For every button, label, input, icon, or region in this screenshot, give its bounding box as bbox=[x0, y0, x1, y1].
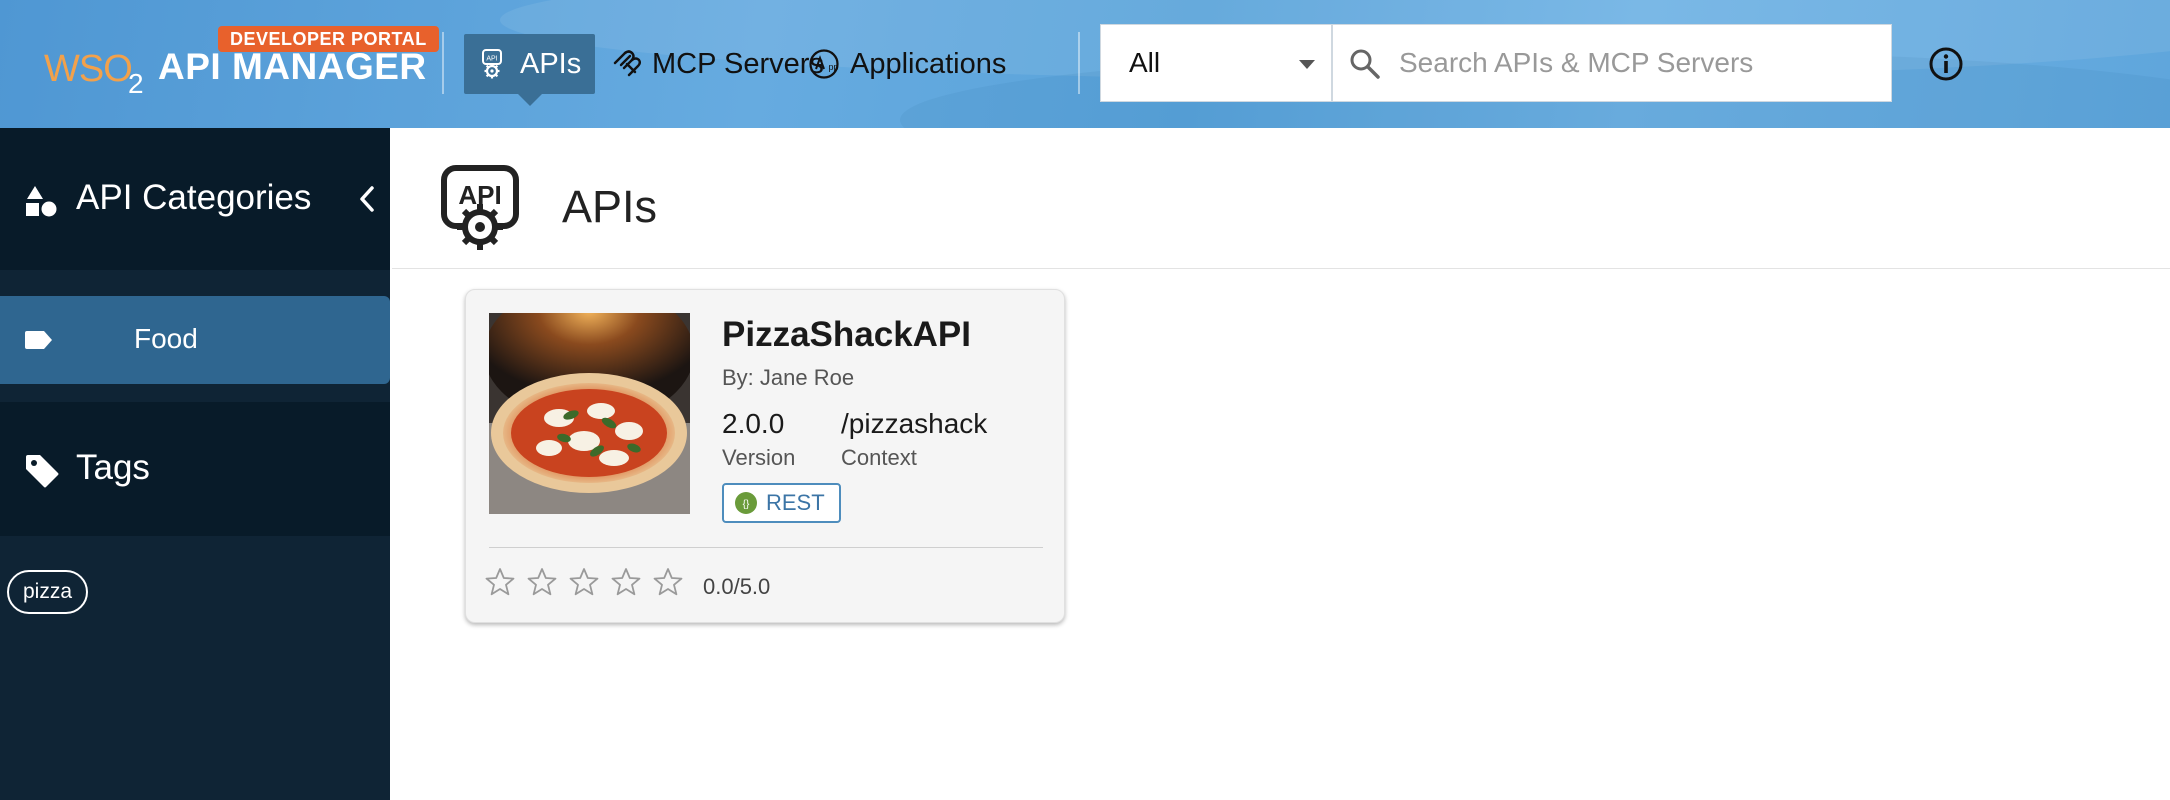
api-context-label: Context bbox=[841, 445, 917, 470]
top-header: DEVELOPER PORTAL WSO 2 API MANAGER API A… bbox=[0, 0, 2170, 128]
pizza-image bbox=[489, 313, 690, 514]
label-icon bbox=[25, 331, 52, 349]
star-rating[interactable] bbox=[484, 566, 684, 598]
categories-icon bbox=[26, 186, 57, 217]
info-icon[interactable] bbox=[1928, 46, 1964, 82]
header-divider bbox=[442, 32, 444, 94]
search-filter-select[interactable]: All bbox=[1100, 24, 1332, 102]
api-categories-header: API Categories bbox=[0, 128, 390, 270]
nav-applications[interactable]: pp Applications bbox=[794, 34, 1020, 94]
chevron-left-icon[interactable] bbox=[356, 184, 378, 214]
star-icon[interactable] bbox=[484, 566, 516, 598]
star-icon[interactable] bbox=[568, 566, 600, 598]
search-icon bbox=[1350, 49, 1380, 79]
logo-two-text: 2 bbox=[128, 68, 144, 99]
chevron-down-icon bbox=[1299, 60, 1315, 69]
nav-apis-label: APIs bbox=[520, 47, 582, 80]
search-filter-value: All bbox=[1129, 47, 1161, 78]
tag-chip-pizza[interactable]: pizza bbox=[7, 570, 89, 614]
star-icon[interactable] bbox=[526, 566, 558, 598]
tags-header: Tags bbox=[0, 402, 390, 536]
svg-text:API: API bbox=[486, 56, 497, 63]
api-icon: API bbox=[441, 165, 519, 250]
star-icon[interactable] bbox=[652, 566, 684, 598]
card-divider bbox=[489, 547, 1043, 548]
api-categories-label: API Categories bbox=[76, 178, 312, 217]
api-type-label: REST bbox=[766, 490, 825, 515]
rest-icon: {} bbox=[735, 492, 757, 514]
search-box[interactable] bbox=[1332, 24, 1892, 102]
header-divider bbox=[1078, 32, 1080, 94]
api-name[interactable]: PizzaShackAPI bbox=[722, 315, 971, 355]
category-label: Food bbox=[134, 323, 198, 354]
svg-text:pp: pp bbox=[829, 62, 839, 72]
svg-text:{}: {} bbox=[743, 499, 750, 510]
page-title: APIs bbox=[562, 181, 658, 232]
api-context: /pizzashack bbox=[841, 408, 988, 439]
page-header: API APIs bbox=[392, 128, 2170, 269]
tags-label: Tags bbox=[76, 448, 150, 487]
rating-value: 0.0/5.0 bbox=[703, 574, 771, 599]
star-icon[interactable] bbox=[610, 566, 642, 598]
nav-applications-label: Applications bbox=[850, 47, 1007, 80]
wso2-logo[interactable]: WSO 2 bbox=[44, 48, 154, 99]
api-thumbnail[interactable] bbox=[489, 313, 690, 514]
logo-wso-text: WSO bbox=[44, 48, 133, 90]
api-type-chip: {} REST bbox=[722, 483, 841, 523]
mcp-icon bbox=[613, 50, 641, 77]
tag-icon bbox=[26, 455, 59, 488]
api-card[interactable]: PizzaShackAPI By: Jane Roe 2.0.0 Version… bbox=[465, 289, 1065, 623]
api-icon: API bbox=[482, 49, 502, 79]
nav-apis[interactable]: API APIs bbox=[464, 34, 596, 106]
product-name[interactable]: API MANAGER bbox=[158, 46, 427, 88]
api-version: 2.0.0 bbox=[722, 408, 785, 439]
applications-icon: pp bbox=[809, 49, 839, 79]
api-version-label: Version bbox=[722, 445, 796, 470]
search-input[interactable] bbox=[1399, 25, 1879, 101]
category-item-food[interactable]: Food bbox=[0, 296, 390, 384]
sidebar: API Categories Food Tags pizza bbox=[0, 128, 390, 800]
api-author: By: Jane Roe bbox=[722, 365, 855, 390]
